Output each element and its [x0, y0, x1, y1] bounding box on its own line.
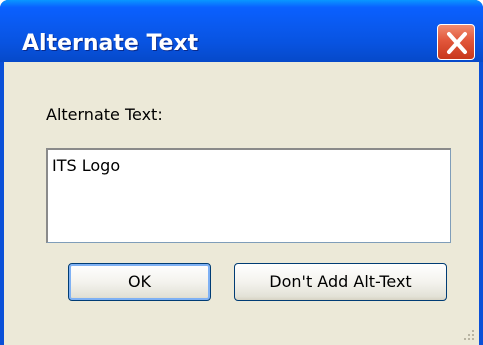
- dialog-window: Alternate Text Alternate Text: ITS Logo …: [0, 0, 483, 345]
- dont-add-alt-text-button[interactable]: Don't Add Alt-Text: [234, 263, 447, 301]
- dialog-body: Alternate Text: ITS Logo OK Don't Add Al…: [4, 62, 479, 345]
- ok-button[interactable]: OK: [68, 263, 211, 301]
- alt-text-label: Alternate Text:: [46, 105, 163, 124]
- title-bar[interactable]: Alternate Text: [0, 0, 483, 62]
- alt-text-input[interactable]: ITS Logo: [46, 148, 451, 243]
- dialog-title: Alternate Text: [22, 31, 199, 56]
- resize-grip-icon[interactable]: [463, 329, 475, 341]
- close-icon: [447, 32, 467, 54]
- close-button[interactable]: [437, 24, 475, 60]
